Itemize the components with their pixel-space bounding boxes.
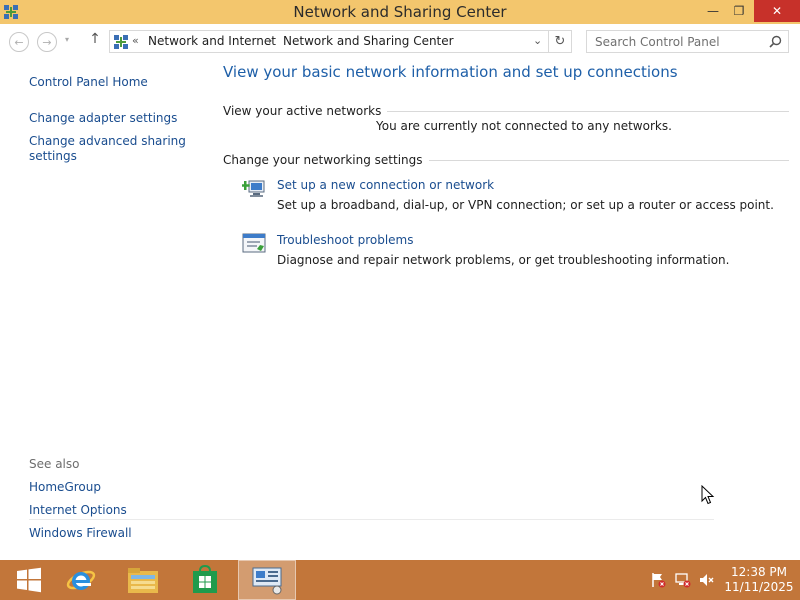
address-dropdown-button[interactable]: ⌄ (533, 34, 542, 47)
troubleshoot-icon (242, 233, 266, 253)
volume-muted-icon[interactable] (698, 572, 714, 588)
setup-new-connection-description: Set up a broadband, dial-up, or VPN conn… (277, 198, 774, 212)
forward-button[interactable]: → (37, 32, 57, 52)
active-networks-heading: View your active networks (223, 104, 388, 118)
change-advanced-sharing-settings-link[interactable]: Change advanced sharing settings (29, 134, 189, 164)
control-panel-icon (252, 567, 282, 595)
network-status-text: You are currently not connected to any n… (376, 119, 672, 133)
clock-time: 12:38 PM (731, 565, 787, 579)
search-box[interactable] (586, 30, 789, 53)
file-explorer-icon (128, 568, 158, 593)
file-explorer-taskbar-button[interactable] (114, 560, 172, 600)
window-title: Network and Sharing Center (293, 3, 507, 21)
new-connection-icon (242, 180, 265, 197)
clock-date: 11/11/2025 (724, 580, 794, 594)
up-button[interactable]: ↑ (86, 31, 104, 51)
internet-options-link[interactable]: Internet Options (29, 503, 127, 517)
maximize-button[interactable]: ❐ (725, 0, 753, 22)
control-panel-home-link[interactable]: Control Panel Home (29, 75, 148, 89)
address-box[interactable]: « Network and Internet › Network and Sha… (109, 30, 549, 53)
store-icon (193, 565, 217, 593)
start-button[interactable] (0, 560, 58, 600)
see-also-divider (29, 519, 714, 520)
troubleshoot-problems-description: Diagnose and repair network problems, or… (277, 253, 730, 267)
network-folder-icon (114, 35, 128, 49)
taskbar: 12:38 PM 11/11/2025 (0, 560, 800, 600)
troubleshoot-problems-link[interactable]: Troubleshoot problems (277, 233, 413, 247)
control-panel-taskbar-button[interactable] (238, 560, 296, 600)
see-also-heading: See also (29, 457, 80, 471)
breadcrumb-separator[interactable]: › (268, 34, 272, 47)
title-bar: Network and Sharing Center — ❐ ✕ (0, 0, 800, 24)
homegroup-link[interactable]: HomeGroup (29, 480, 101, 494)
setup-new-connection-link[interactable]: Set up a new connection or network (277, 178, 494, 192)
taskbar-clock[interactable]: 12:38 PM 11/11/2025 (722, 565, 796, 595)
refresh-button[interactable]: ↻ (549, 30, 572, 53)
page-title: View your basic network information and … (223, 63, 678, 81)
minimize-button[interactable]: — (699, 0, 727, 22)
back-button[interactable]: ← (9, 32, 29, 52)
breadcrumb-overflow[interactable]: « (132, 34, 139, 47)
action-center-icon[interactable] (650, 572, 666, 588)
close-button[interactable]: ✕ (754, 0, 800, 22)
networking-settings-heading: Change your networking settings (223, 153, 429, 167)
search-input[interactable] (587, 31, 762, 52)
store-taskbar-button[interactable] (176, 560, 234, 600)
change-adapter-settings-link[interactable]: Change adapter settings (29, 111, 177, 125)
breadcrumb-network-and-sharing-center[interactable]: Network and Sharing Center (283, 34, 454, 48)
recent-locations-button[interactable]: ▾ (65, 35, 75, 45)
internet-explorer-taskbar-button[interactable] (52, 560, 110, 600)
breadcrumb-network-and-internet[interactable]: Network and Internet (148, 34, 276, 48)
windows-firewall-link[interactable]: Windows Firewall (29, 526, 132, 540)
network-status-icon[interactable] (675, 572, 691, 588)
start-icon (17, 567, 41, 593)
search-icon[interactable] (769, 35, 782, 48)
internet-explorer-icon (66, 570, 96, 590)
address-row: ← → ▾ ↑ « Network and Internet › Network… (0, 24, 800, 58)
mouse-cursor-icon (701, 485, 715, 505)
